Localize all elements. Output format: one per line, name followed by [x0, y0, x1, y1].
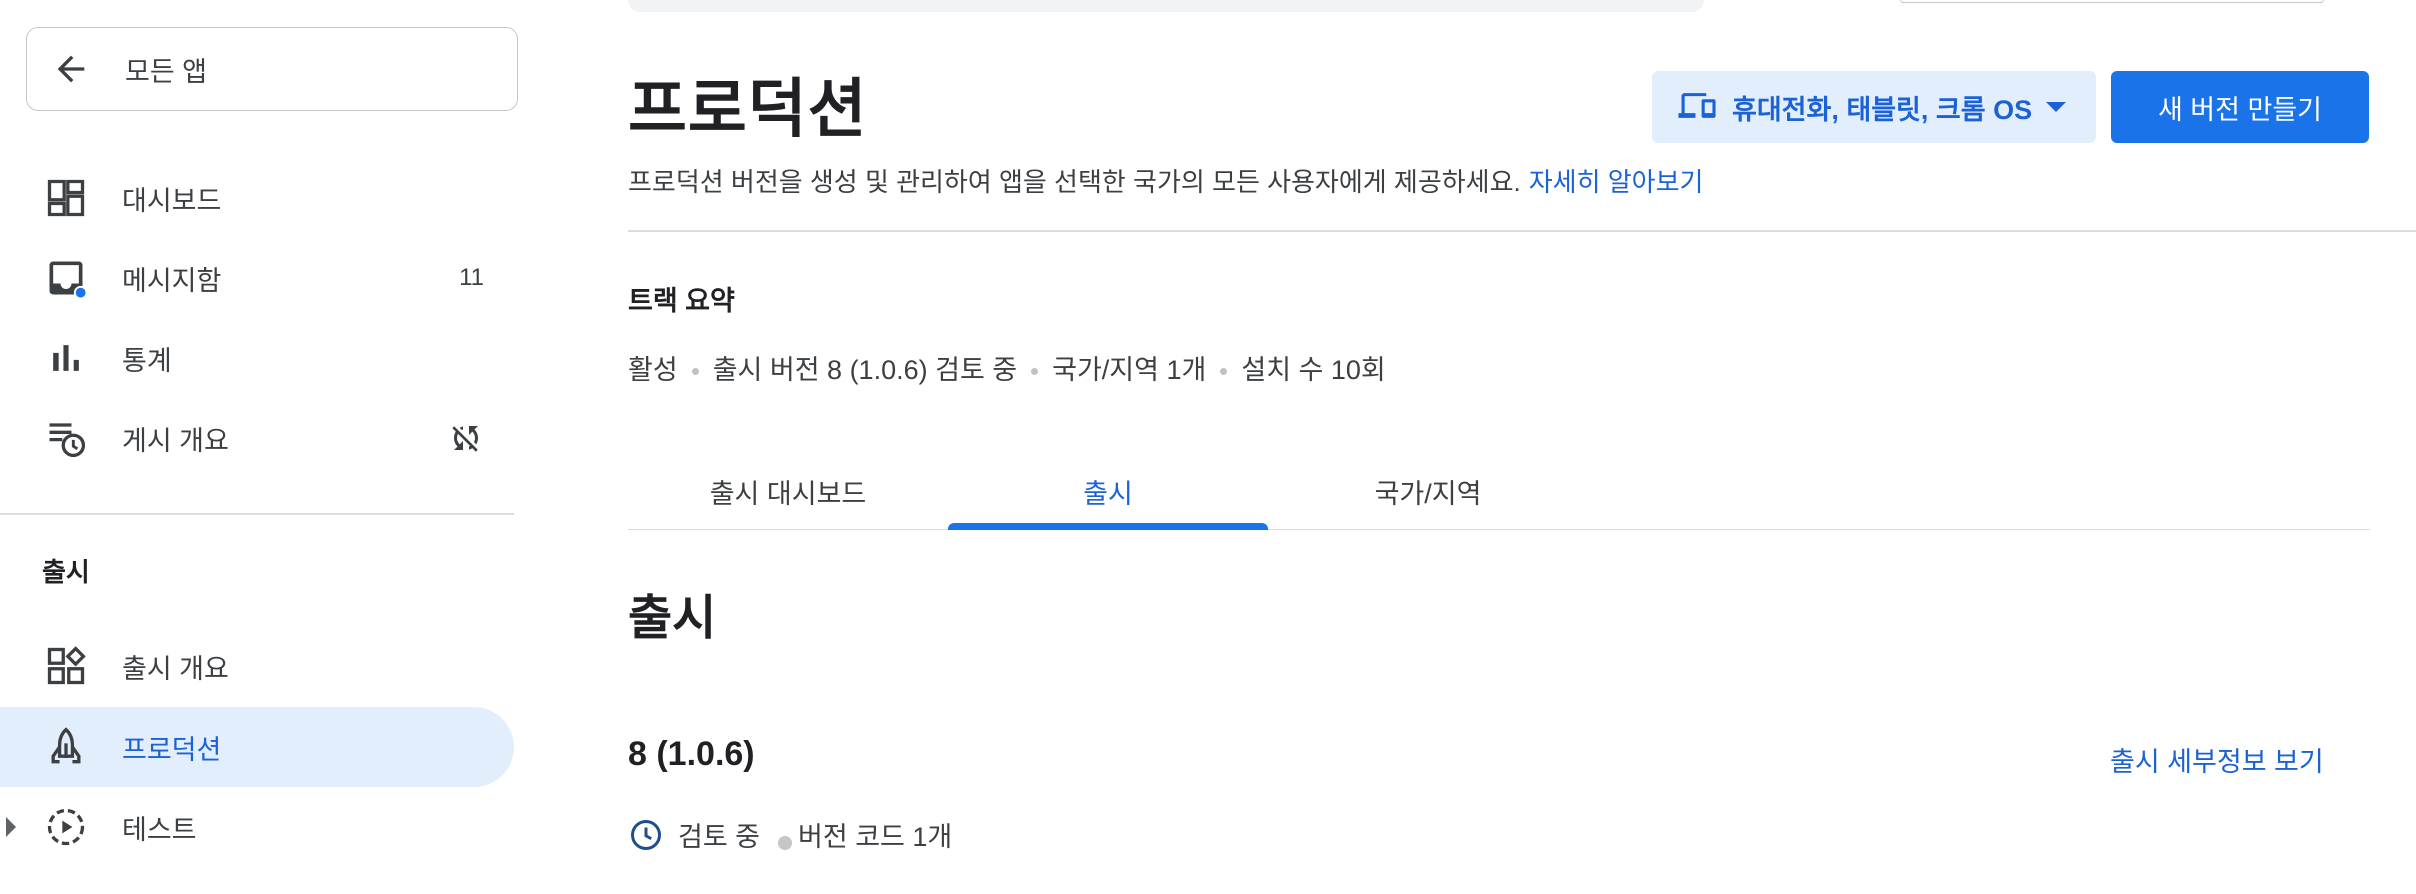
widgets-icon: [44, 644, 88, 688]
arrow-left-icon: [57, 55, 85, 83]
all-apps-back-button[interactable]: 모든 앱: [26, 27, 518, 111]
device-type-selector[interactable]: 휴대전화, 태블릿, 크롬 OS: [1652, 71, 2096, 143]
separator-dot: [778, 835, 793, 850]
sidebar-item-label: 출시 개요: [122, 653, 229, 684]
sidebar-divider: [0, 513, 514, 515]
sidebar-item-label: 통계: [122, 345, 172, 376]
tab-label: 출시 대시보드: [709, 478, 867, 509]
sidebar-item-inbox[interactable]: 메시지함 11: [0, 238, 514, 318]
sidebar-item-testing[interactable]: 테스트: [0, 787, 514, 867]
separator-dot: [1031, 368, 1039, 375]
rocket-icon: [44, 725, 88, 769]
release-status-text: 검토 중: [678, 822, 761, 852]
sidebar-item-dashboard[interactable]: 대시보드: [0, 158, 514, 238]
sync-disabled-icon: [452, 426, 478, 452]
inbox-count-badge: 11: [459, 264, 484, 291]
version-codes-count: 버전 코드 1개: [798, 822, 953, 852]
sidebar-item-label: 테스트: [122, 814, 197, 845]
dropdown-arrow-icon: [2046, 102, 2067, 112]
devices-icon: [1678, 93, 1716, 118]
active-tab-indicator: [948, 523, 1268, 530]
page-description: 프로덕션 버전을 생성 및 관리하여 앱을 선택한 국가의 모든 사용자에게 제…: [628, 162, 1703, 199]
separator-dot: [691, 368, 699, 375]
track-summary: 활성 출시 버전 8 (1.0.6) 검토 중 국가/지역 1개 설치 수 10…: [628, 348, 1386, 387]
page-title: 프로덕션: [628, 73, 868, 145]
all-apps-label: 모든 앱: [125, 56, 208, 87]
sidebar-item-publishing-overview[interactable]: 게시 개요: [0, 398, 514, 478]
track-release-info: 출시 버전 8 (1.0.6) 검토 중: [712, 355, 1018, 385]
expand-caret-icon[interactable]: [6, 817, 16, 837]
tab-label: 국가/지역: [1374, 478, 1482, 509]
tab-releases[interactable]: 출시: [948, 452, 1268, 530]
play-circle-dashed-icon: [44, 805, 88, 849]
separator-dot: [1220, 368, 1228, 375]
track-countries: 국가/지역 1개: [1052, 355, 1207, 385]
header-control-edge[interactable]: [1900, 0, 2324, 3]
sidebar-item-statistics[interactable]: 통계: [0, 318, 514, 398]
sidebar-item-release-overview[interactable]: 출시 개요: [0, 626, 514, 706]
track-status: 활성: [628, 355, 678, 385]
sidebar-item-label: 메시지함: [122, 265, 222, 296]
sidebar: 모든 앱 대시보드 메시지함 11 통계 게시 개요 출시 출시 개요 프로덕션…: [0, 0, 518, 894]
sidebar-item-production[interactable]: 프로덕션: [0, 707, 514, 787]
page-description-text: 프로덕션 버전을 생성 및 관리하여 앱을 선택한 국가의 모든 사용자에게 제…: [628, 167, 1521, 197]
create-new-release-button[interactable]: 새 버전 만들기: [2111, 71, 2369, 143]
sidebar-item-label: 대시보드: [122, 185, 222, 216]
search-bar-edge[interactable]: [628, 0, 1704, 12]
track-installs: 설치 수 10회: [1241, 355, 1386, 385]
bar-chart-icon: [44, 336, 88, 380]
tab-bar: 출시 대시보드 출시 국가/지역: [628, 452, 2370, 530]
release-name: 8 (1.0.6): [628, 735, 755, 773]
device-type-label: 휴대전화, 태블릿, 크롬 OS: [1732, 94, 2033, 125]
schedule-list-icon: [44, 416, 88, 460]
view-release-details-link[interactable]: 출시 세부정보 보기: [2110, 740, 2324, 779]
clock-icon: [631, 819, 661, 850]
tab-release-dashboard[interactable]: 출시 대시보드: [628, 452, 948, 530]
dashboard-icon: [44, 176, 88, 220]
sidebar-section-release: 출시: [42, 557, 90, 587]
track-summary-title: 트랙 요약: [628, 286, 735, 316]
tab-label: 출시: [1083, 478, 1133, 509]
learn-more-link[interactable]: 자세히 알아보기: [1529, 167, 1704, 197]
releases-section-title: 출시: [628, 592, 717, 645]
tab-countries-regions[interactable]: 국가/지역: [1268, 452, 1588, 530]
sidebar-item-label: 프로덕션: [122, 734, 222, 765]
sidebar-item-label: 게시 개요: [122, 425, 229, 456]
inbox-icon: [44, 256, 88, 300]
header-divider: [628, 230, 2416, 232]
release-status: 검토 중 버전 코드 1개: [628, 815, 952, 854]
